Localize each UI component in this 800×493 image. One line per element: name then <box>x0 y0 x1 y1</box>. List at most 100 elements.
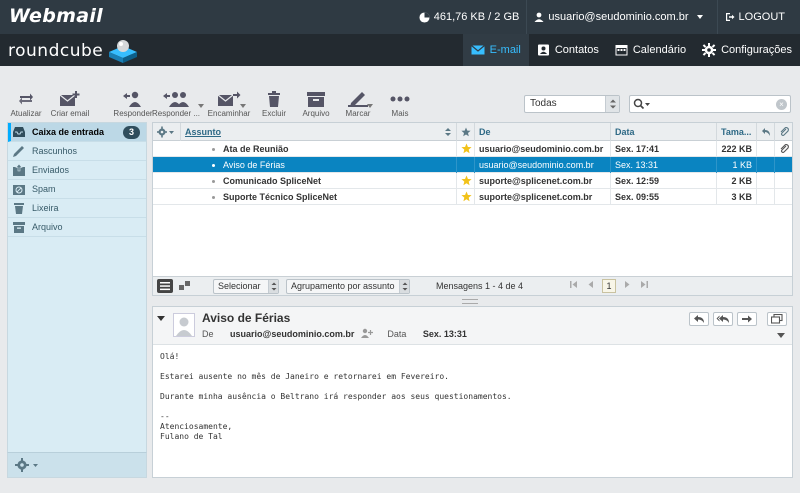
table-row[interactable]: Aviso de Férias usuario@seudominio.com.b… <box>153 157 792 173</box>
folder-spam[interactable]: Spam <box>8 180 146 199</box>
collapse-headers-icon[interactable] <box>157 316 165 322</box>
select-dropdown[interactable]: Selecionar <box>213 279 279 294</box>
refresh-label: Atualizar <box>10 109 42 118</box>
folder-inbox[interactable]: Caixa de entrada 3 <box>8 123 146 142</box>
column-from[interactable]: De <box>474 123 610 141</box>
reply-all-button[interactable] <box>713 312 733 326</box>
folder-drafts[interactable]: Rascunhos <box>8 142 146 161</box>
first-page-button[interactable] <box>570 280 578 291</box>
date-value: Sex. 13:31 <box>422 329 467 339</box>
column-attachment[interactable] <box>774 123 792 141</box>
next-page-icon <box>625 281 630 288</box>
star-icon <box>461 127 471 137</box>
prev-page-button[interactable] <box>588 280 594 291</box>
row-from: usuario@seudominio.com.br <box>474 141 610 157</box>
column-date[interactable]: Data <box>610 123 716 141</box>
column-date-label: Data <box>615 127 635 137</box>
tab-contacts[interactable]: Contatos <box>529 34 607 66</box>
folder-archive[interactable]: Arquivo <box>8 218 146 237</box>
tab-calendar-label: Calendário <box>632 44 687 56</box>
first-page-icon <box>570 281 577 288</box>
column-status[interactable] <box>756 123 774 141</box>
flag-cell[interactable] <box>456 189 474 205</box>
logout-button[interactable]: LOGOUT <box>716 0 792 34</box>
attachment-cell <box>774 189 792 205</box>
archive-button[interactable]: Arquivo <box>294 90 338 118</box>
table-row[interactable]: Ata de Reunião usuario@seudominio.com.br… <box>153 141 792 157</box>
pie-chart-icon <box>419 11 430 23</box>
folder-sent[interactable]: Enviados <box>8 161 146 180</box>
threads-view-button[interactable] <box>179 280 191 294</box>
reply-button[interactable] <box>689 312 709 326</box>
more-options-icon[interactable] <box>777 333 785 339</box>
delete-button[interactable]: Excluir <box>252 90 296 118</box>
forward-button[interactable] <box>737 312 757 326</box>
open-new-window-button[interactable] <box>767 312 787 326</box>
preview-subject: Aviso de Férias <box>202 311 291 325</box>
last-page-button[interactable] <box>640 280 648 291</box>
select-arrows-icon <box>268 280 278 293</box>
search-icon <box>633 98 650 110</box>
page-number-input[interactable]: 1 <box>602 279 616 293</box>
attachment-cell <box>774 173 792 189</box>
message-list-footer: Selecionar Agrupamento por assunto Mensa… <box>152 276 793 296</box>
attachment-cell <box>774 141 792 157</box>
status-cell <box>756 173 774 189</box>
row-from: usuario@seudominio.com.br <box>474 157 610 173</box>
folder-trash[interactable]: Lixeira <box>8 199 146 218</box>
row-date: Sex. 12:59 <box>610 173 716 189</box>
tab-email-label: E-mail <box>489 44 521 56</box>
tab-calendar[interactable]: Calendário <box>607 34 694 66</box>
forward-icon <box>742 315 752 323</box>
pane-splitter[interactable] <box>462 299 478 304</box>
unread-count-badge: 3 <box>122 126 140 139</box>
tab-email[interactable]: E-mail <box>462 34 529 66</box>
column-subject[interactable]: Assunto <box>180 123 456 141</box>
folder-label: Lixeira <box>32 203 59 213</box>
flag-cell[interactable] <box>456 173 474 189</box>
column-size-label: Tama... <box>721 127 752 137</box>
folder-list: Caixa de entrada 3 Rascunhos Enviados Sp… <box>7 122 147 478</box>
mark-dropdown-icon[interactable] <box>367 104 373 108</box>
row-subject: Ata de Reunião <box>223 144 289 154</box>
column-flag[interactable] <box>456 123 474 141</box>
row-date: Sex. 13:31 <box>610 157 716 173</box>
user-menu[interactable]: usuario@seudominio.com.br <box>526 0 716 34</box>
row-from: suporte@splicenet.com.br <box>474 189 610 205</box>
forward-dropdown-icon[interactable] <box>240 104 246 108</box>
message-count: Mensagens 1 - 4 de 4 <box>436 281 524 291</box>
table-row[interactable]: Comunicado SpliceNet suporte@splicenet.c… <box>153 173 792 189</box>
threading-dropdown[interactable]: Agrupamento por assunto <box>286 279 410 294</box>
unread-dot-icon <box>212 180 215 184</box>
compose-button[interactable]: Criar email <box>48 90 92 118</box>
flag-cell[interactable] <box>456 141 474 157</box>
folder-settings-button[interactable] <box>14 457 40 476</box>
table-row[interactable]: Suporte Técnico SpliceNet suporte@splice… <box>153 189 792 205</box>
add-contact-icon[interactable] <box>360 328 373 338</box>
column-size[interactable]: Tama... <box>716 123 756 141</box>
search-input[interactable]: × <box>629 95 791 113</box>
select-label: Selecionar <box>218 281 261 291</box>
reply-all-dropdown-icon[interactable] <box>198 104 204 108</box>
filter-select[interactable]: Todas <box>524 95 620 113</box>
sort-icon <box>445 128 451 136</box>
refresh-button[interactable]: Atualizar <box>4 90 48 118</box>
nav-bar: roundcube E-mail Contatos Calendário Con… <box>0 34 800 66</box>
archive-icon <box>13 222 25 233</box>
read-dot-icon <box>212 164 215 168</box>
quota-text: 461,76 KB / 2 GB <box>433 11 520 23</box>
user-icon <box>534 12 544 22</box>
select-arrows-icon <box>399 280 409 293</box>
clear-search-icon[interactable]: × <box>776 99 787 110</box>
flag-cell[interactable] <box>456 157 474 173</box>
reply-button[interactable]: Responder <box>111 90 155 118</box>
mark-button[interactable]: Marcar <box>336 90 380 118</box>
list-view-button[interactable] <box>157 279 173 295</box>
from-address[interactable]: usuario@seudominio.com.br <box>230 329 354 339</box>
tab-settings[interactable]: Configurações <box>694 34 800 66</box>
more-button[interactable]: Mais <box>378 90 422 118</box>
reply-all-button[interactable]: Responder ... <box>152 90 200 118</box>
list-options-button[interactable] <box>153 123 180 141</box>
next-page-button[interactable] <box>624 280 630 291</box>
replied-icon <box>762 128 770 136</box>
